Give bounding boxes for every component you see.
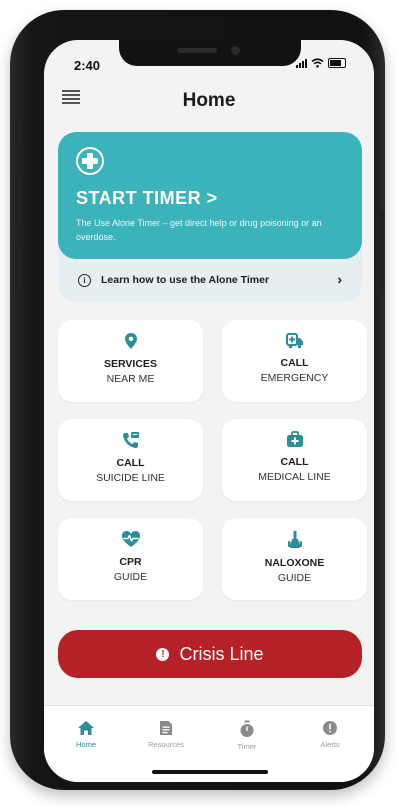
tile-line1: CALL [280, 456, 309, 468]
status-time: 2:40 [74, 58, 101, 73]
document-icon [160, 721, 172, 735]
bottom-tab-bar: Home Resources Timer Alerts [44, 705, 374, 782]
mute-switch [15, 115, 21, 145]
tab-home[interactable]: Home [56, 720, 116, 749]
tile-call-suicide-line[interactable]: CALL SUICIDE LINE [58, 419, 203, 501]
notch [119, 40, 301, 66]
tile-line1: SERVICES [104, 358, 157, 370]
location-pin-icon [124, 333, 137, 349]
tab-label: Timer [237, 742, 257, 751]
alert-icon [323, 721, 337, 735]
home-indicator [152, 770, 268, 774]
status-icons [296, 58, 346, 68]
tile-line2: GUIDE [277, 572, 312, 584]
front-camera [231, 46, 240, 55]
tile-line1: CALL [116, 457, 145, 469]
tile-line2: GUIDE [113, 571, 148, 583]
learn-link-label: Learn how to use the Alone Timer [101, 274, 270, 286]
phone-chat-icon [122, 432, 139, 448]
tile-line1: CPR [119, 556, 142, 568]
tab-timer[interactable]: Timer [217, 720, 277, 751]
tile-line2: MEDICAL LINE [258, 471, 331, 483]
ambulance-icon [285, 333, 303, 349]
tile-naloxone-guide[interactable]: NALOXONE GUIDE [222, 518, 367, 600]
page-title: Home [182, 90, 236, 111]
tile-line2: SUICIDE LINE [96, 472, 165, 484]
signal-icon [296, 58, 307, 68]
heart-pulse-icon [121, 531, 140, 547]
start-timer-button[interactable]: START TIMER > The Use Alone Timer – get … [58, 132, 362, 259]
tile-line2: EMERGENCY [260, 372, 329, 384]
tile-services-near-me[interactable]: SERVICES NEAR ME [58, 320, 203, 402]
tile-cpr-guide[interactable]: CPR GUIDE [58, 518, 203, 600]
crisis-line-button[interactable]: ! Crisis Line [58, 630, 362, 678]
tab-label: Home [75, 740, 96, 749]
chevron-right-icon: › [337, 271, 342, 287]
wifi-icon [311, 58, 324, 68]
timer-description: The Use Alone Timer – get direct help or… [76, 218, 322, 242]
speaker [177, 48, 217, 53]
app-screen: 2:40 Home START TIMER > The Use Alone Ti… [44, 40, 374, 782]
stopwatch-icon [240, 720, 254, 737]
home-icon [78, 721, 94, 735]
tile-line1: NALOXONE [264, 557, 325, 569]
learn-alone-timer-link[interactable]: i Learn how to use the Alone Timer › [58, 263, 362, 297]
naloxone-icon [287, 531, 302, 548]
timer-card: START TIMER > The Use Alone Timer – get … [58, 132, 362, 302]
start-timer-title: START TIMER > [76, 188, 218, 208]
medical-kit-icon [286, 431, 303, 447]
volume-up-button [15, 170, 21, 226]
medical-plus-icon [76, 147, 104, 175]
phone-frame: 2:40 Home START TIMER > The Use Alone Ti… [10, 10, 385, 790]
tab-resources[interactable]: Resources [136, 720, 196, 749]
battery-icon [328, 58, 346, 68]
info-icon: i [78, 273, 91, 287]
tile-line2: NEAR ME [106, 373, 155, 385]
tile-line1: CALL [280, 357, 309, 369]
volume-down-button [15, 240, 21, 296]
tab-alerts[interactable]: Alerts [300, 720, 360, 749]
tile-call-emergency[interactable]: CALL EMERGENCY [222, 320, 367, 402]
tab-label: Alerts [320, 740, 340, 749]
tab-label: Resources [148, 740, 184, 749]
alert-icon: ! [156, 647, 170, 661]
crisis-line-label: Crisis Line [179, 643, 264, 664]
tile-call-medical-line[interactable]: CALL MEDICAL LINE [222, 419, 367, 501]
power-button [378, 210, 384, 290]
